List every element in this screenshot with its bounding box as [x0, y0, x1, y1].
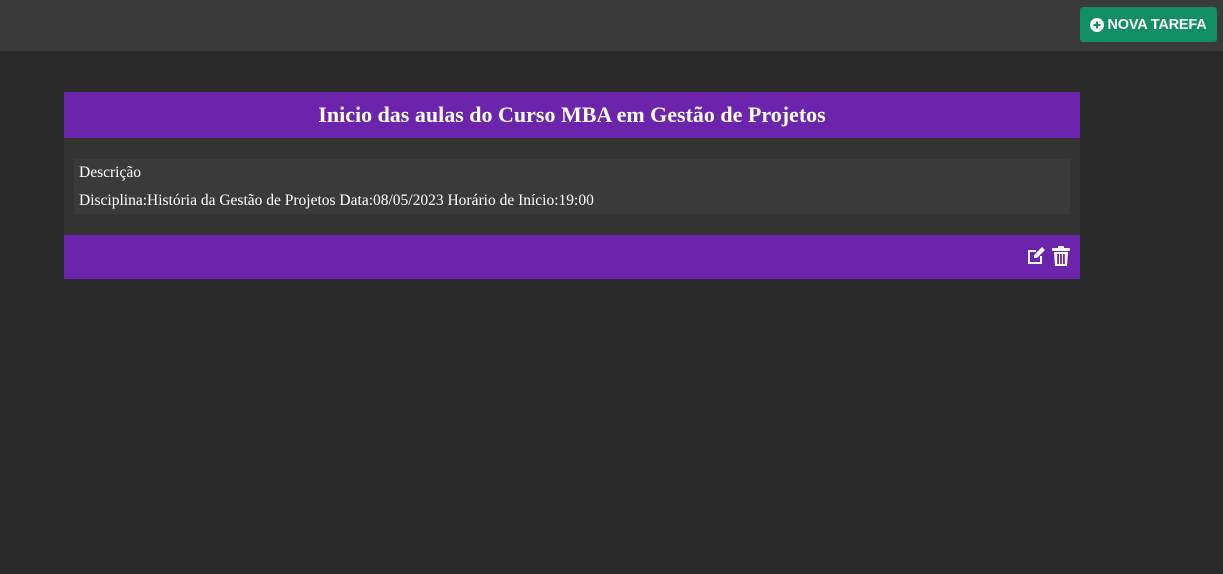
new-task-label: NOVA TAREFA	[1107, 16, 1207, 33]
trash-icon[interactable]	[1051, 245, 1073, 267]
top-bar: NOVA TAREFA	[0, 0, 1223, 51]
new-task-button[interactable]: NOVA TAREFA	[1080, 7, 1217, 42]
plus-circle-icon	[1090, 17, 1105, 32]
task-details: Disciplina:História da Gestão de Projeto…	[79, 192, 594, 209]
task-card-header: Inicio das aulas do Curso MBA em Gestão …	[64, 92, 1080, 138]
edit-icon[interactable]	[1025, 245, 1047, 267]
task-card: Inicio das aulas do Curso MBA em Gestão …	[64, 92, 1080, 279]
task-title: Inicio das aulas do Curso MBA em Gestão …	[318, 102, 826, 127]
task-card-footer	[64, 235, 1080, 279]
description-label: Descrição	[79, 164, 141, 181]
task-card-body: Descrição Disciplina:História da Gestão …	[74, 159, 1070, 214]
